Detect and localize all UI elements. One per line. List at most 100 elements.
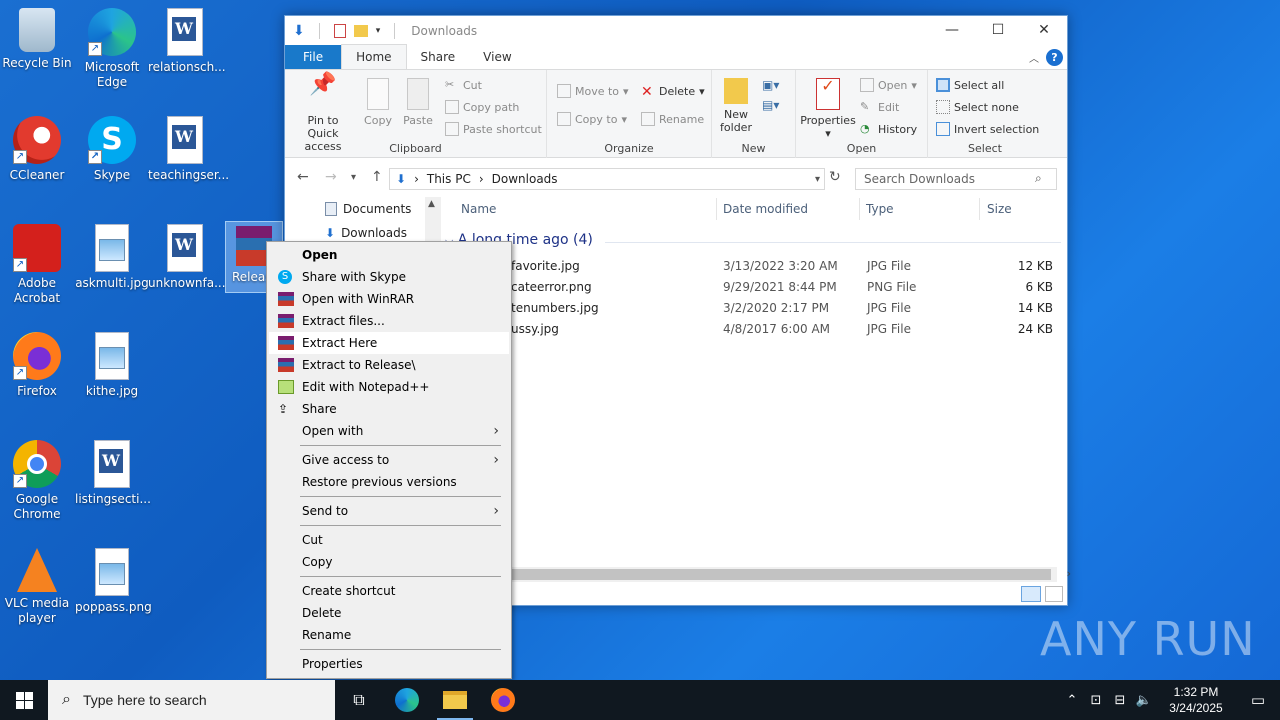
menu-item-rename[interactable]: Rename: [269, 624, 509, 646]
new-item-icon[interactable]: ▣▾: [762, 78, 779, 92]
minimize-button[interactable]: —: [929, 16, 975, 44]
history-button[interactable]: ◔ History: [860, 122, 917, 136]
firefox-taskbar-icon[interactable]: [479, 680, 527, 720]
network-icon[interactable]: ⊟: [1108, 693, 1132, 708]
menu-item-create-shortcut[interactable]: Create shortcut: [269, 580, 509, 602]
menu-item-properties[interactable]: Properties: [269, 653, 509, 675]
maximize-button[interactable]: ☐: [975, 16, 1021, 44]
image-file-icon[interactable]: kithe.jpg: [75, 332, 149, 399]
firefox-icon[interactable]: ↗ Firefox: [0, 332, 74, 399]
image-file-icon[interactable]: askmulti.jpg: [75, 224, 149, 291]
ccleaner-icon[interactable]: ↗ CCleaner: [0, 116, 74, 183]
scroll-up-icon[interactable]: ▲: [428, 199, 435, 209]
nav-item-downloads[interactable]: ⬇ Downloads: [325, 226, 407, 240]
clock[interactable]: 1:32 PM 3/24/2025: [1156, 684, 1236, 716]
word-document-icon[interactable]: W teachingser...: [148, 116, 229, 183]
column-header-date-modified[interactable]: Date modified: [723, 202, 808, 226]
rename-button[interactable]: Rename: [641, 112, 704, 126]
edge-icon[interactable]: ↗ Microsoft Edge: [75, 8, 149, 90]
menu-item-extract-here[interactable]: Extract Here: [269, 332, 509, 354]
folder-quick-icon[interactable]: [353, 25, 368, 37]
taskbar-search-box[interactable]: ⌕ Type here to search: [48, 680, 335, 720]
image-file-icon[interactable]: poppass.png: [75, 548, 152, 615]
up-arrow-icon[interactable]: ↑: [371, 169, 383, 185]
copy-button[interactable]: Copy: [361, 78, 395, 127]
copy-path-button[interactable]: Copy path: [445, 100, 519, 114]
properties-quick-icon[interactable]: [333, 24, 346, 38]
column-header-type[interactable]: Type: [866, 202, 894, 226]
chevron-up-icon[interactable]: ⌃: [1060, 693, 1084, 708]
menu-item-send-to[interactable]: Send to ›: [269, 500, 509, 522]
move-to-button[interactable]: Move to ▾: [557, 84, 629, 98]
chrome-icon[interactable]: ↗ Google Chrome: [0, 440, 74, 522]
delete-button[interactable]: ✕ Delete ▾: [641, 84, 705, 100]
task-view-icon[interactable]: ⧉: [335, 680, 383, 720]
menu-item-open-with-winrar[interactable]: Open with WinRAR: [269, 288, 509, 310]
file-row[interactable]: favorite.jpg 3/13/2022 3:20 AM JPG File …: [445, 256, 1055, 277]
select-all-button[interactable]: Select all: [936, 78, 1004, 92]
large-icons-view-icon[interactable]: [1045, 586, 1063, 602]
menu-item-give-access-to[interactable]: Give access to ›: [269, 449, 509, 471]
menu-item-share[interactable]: ⇪ Share: [269, 398, 509, 420]
menu-item-extract-files[interactable]: Extract files...: [269, 310, 509, 332]
breadcrumb-this-pc[interactable]: This PC: [427, 172, 471, 186]
volume-icon[interactable]: 🔈: [1132, 693, 1156, 708]
scrollbar-thumb[interactable]: [511, 569, 1051, 580]
nav-item-documents[interactable]: Documents: [325, 202, 411, 216]
menu-item-edit-with-notepad[interactable]: Edit with Notepad++: [269, 376, 509, 398]
help-icon[interactable]: ?: [1046, 49, 1063, 66]
vlc-icon[interactable]: VLC media player: [0, 548, 74, 626]
tab-file[interactable]: File: [285, 45, 342, 69]
word-document-icon[interactable]: W listingsecti...: [75, 440, 151, 507]
details-view-icon[interactable]: [1021, 586, 1041, 602]
horizontal-scrollbar[interactable]: ›: [445, 567, 1071, 582]
file-row[interactable]: cateerror.png 9/29/2021 8:44 PM PNG File…: [445, 277, 1055, 298]
menu-item-copy[interactable]: Copy: [269, 551, 509, 573]
file-row[interactable]: tenumbers.jpg 3/2/2020 2:17 PM JPG File …: [445, 298, 1055, 319]
menu-item-restore-previous-versions[interactable]: Restore previous versions: [269, 471, 509, 493]
device-icon[interactable]: ⊡: [1084, 693, 1108, 708]
search-input[interactable]: Search Downloads: [855, 168, 1057, 190]
tab-view[interactable]: View: [469, 45, 525, 69]
file-row[interactable]: ussy.jpg 4/8/2017 6:00 AM JPG File 24 KB: [445, 319, 1055, 340]
menu-item-share-with-skype[interactable]: S Share with Skype: [269, 266, 509, 288]
skype-icon[interactable]: S ↗ Skype: [75, 116, 149, 183]
adobe-acrobat-icon[interactable]: ↗ Adobe Acrobat: [0, 224, 74, 306]
easy-access-icon[interactable]: ▤▾: [762, 98, 779, 112]
address-dropdown-icon[interactable]: ▾: [815, 174, 820, 185]
scroll-right-icon[interactable]: ›: [1067, 567, 1071, 580]
column-header-size[interactable]: Size: [987, 202, 1012, 226]
refresh-icon[interactable]: ↻: [829, 169, 841, 185]
close-button[interactable]: ✕: [1021, 16, 1067, 44]
menu-item-open-with[interactable]: Open with ›: [269, 420, 509, 442]
word-document-icon[interactable]: W unknownfa...: [148, 224, 226, 291]
tab-home[interactable]: Home: [341, 44, 407, 69]
invert-selection-button[interactable]: Invert selection: [936, 122, 1039, 136]
column-header-name[interactable]: Name: [461, 202, 496, 226]
recent-locations-icon[interactable]: ▾: [351, 172, 356, 183]
word-document-icon[interactable]: W relationsch...: [148, 8, 226, 75]
forward-arrow-icon[interactable]: →: [325, 169, 337, 185]
properties-button[interactable]: ✓ Properties ▾: [800, 78, 856, 141]
paste-button[interactable]: Paste: [401, 78, 435, 127]
chevron-down-icon[interactable]: ▾: [376, 26, 381, 36]
paste-shortcut-button[interactable]: Paste shortcut: [445, 122, 542, 136]
recycle-bin-icon[interactable]: Recycle Bin: [0, 8, 74, 71]
select-none-button[interactable]: Select none: [936, 100, 1019, 114]
menu-item-delete[interactable]: Delete: [269, 602, 509, 624]
file-explorer-taskbar-icon[interactable]: [431, 680, 479, 720]
breadcrumb-downloads[interactable]: Downloads: [492, 172, 558, 186]
menu-item-open[interactable]: Open: [269, 244, 509, 266]
edge-taskbar-icon[interactable]: [383, 680, 431, 720]
copy-to-button[interactable]: Copy to ▾: [557, 112, 627, 126]
cut-button[interactable]: ✂ Cut: [445, 78, 482, 92]
tab-share[interactable]: Share: [407, 45, 470, 69]
start-button[interactable]: [0, 680, 48, 720]
menu-item-cut[interactable]: Cut: [269, 529, 509, 551]
menu-item-extract-to-release[interactable]: Extract to Release\: [269, 354, 509, 376]
edit-button[interactable]: ✎ Edit: [860, 100, 899, 114]
collapse-ribbon-icon[interactable]: ︿: [1029, 50, 1039, 65]
back-arrow-icon[interactable]: ←: [297, 169, 309, 185]
notification-icon[interactable]: ▭: [1236, 691, 1280, 709]
address-bar[interactable]: ⬇ › This PC › Downloads ▾: [389, 168, 825, 190]
